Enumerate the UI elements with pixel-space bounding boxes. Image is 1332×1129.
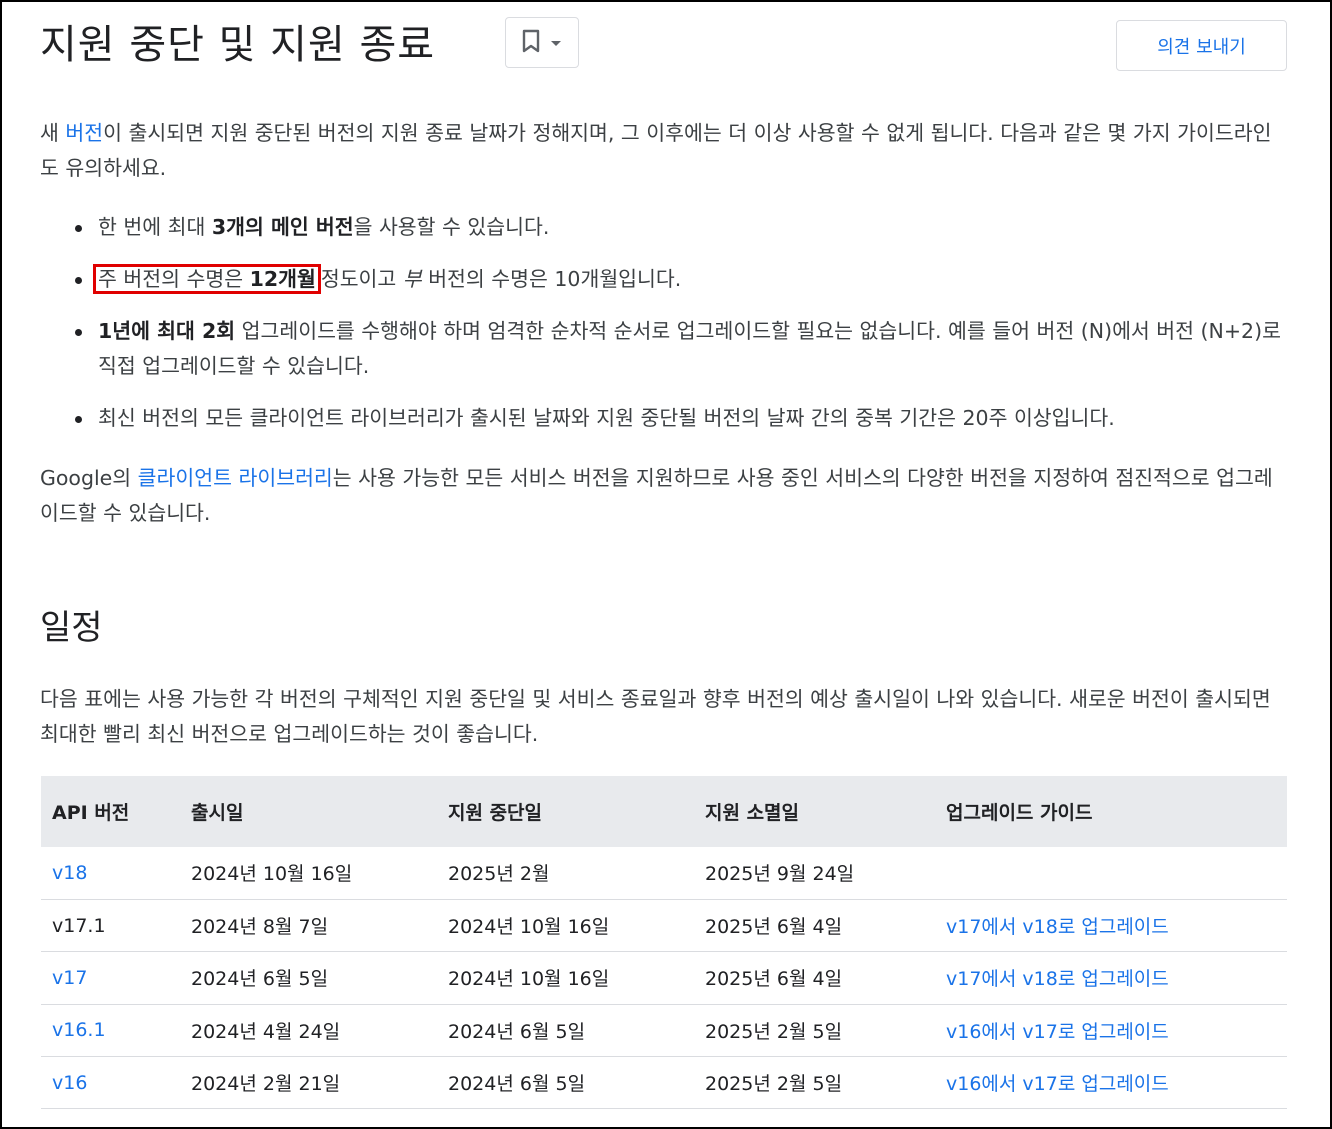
schedule-description: 다음 표에는 사용 가능한 각 버전의 구체적인 지원 중단일 및 서비스 종료… (40, 687, 1271, 746)
column-header-deprecation-date: 지원 중단일 (448, 802, 543, 824)
version-schedule-table: API 버전 출시일 지원 중단일 지원 소멸일 업그레이드 가이드 v18 2… (41, 776, 1287, 1109)
highlight-box: 주 버전의 수명은 12개월 (93, 264, 321, 294)
list-item: 주 버전의 수명은 12개월 정도이고 부 버전의 수명은 10개월입니다. (40, 262, 1290, 297)
version-link[interactable]: v18 (52, 862, 87, 884)
sunset-date-cell: 2025년 2월 5일 (705, 1020, 843, 1043)
versions-link[interactable]: 버전 (65, 121, 103, 145)
bullet-text: 주 버전의 수명은 (98, 267, 250, 291)
deprecation-date-cell: 2024년 10월 16일 (448, 968, 610, 991)
table-row: v17 2024년 6월 5일 2024년 10월 16일 2025년 6월 4… (41, 952, 1287, 1005)
intro-paragraph: 새 버전이 출시되면 지원 중단된 버전의 지원 종료 날짜가 정해지며, 그 … (40, 116, 1285, 186)
upgrade-guide-link[interactable]: v17에서 v18로 업그레이드 (946, 916, 1169, 938)
table-row: v17.1 2024년 8월 7일 2024년 10월 16일 2025년 6월… (41, 899, 1287, 952)
bullet-text: 최신 버전의 모든 클라이언트 라이브러리가 출시된 날짜와 지원 중단될 버전… (98, 406, 1115, 430)
release-date-cell: 2024년 6월 5일 (191, 968, 329, 991)
version-link[interactable]: v16.1 (52, 1019, 106, 1041)
intro-text-after: 이 출시되면 지원 중단된 버전의 지원 종료 날짜가 정해지며, 그 이후에는… (40, 121, 1272, 180)
upgrade-guide-cell (935, 847, 1287, 899)
column-header-upgrade-guide: 업그레이드 가이드 (946, 802, 1093, 824)
table-row: v16.1 2024년 4월 24일 2024년 6월 5일 2025년 2월 … (41, 1004, 1287, 1057)
bullet-bold-text: 12개월 (249, 267, 316, 291)
bullet-bold-text: 1년에 최대 2회 (98, 319, 236, 343)
bookmark-icon (522, 29, 540, 57)
schedule-heading: 일정 (40, 608, 103, 648)
sunset-date-cell: 2025년 6월 4일 (705, 968, 843, 991)
list-item: 한 번에 최대 3개의 메인 버전을 사용할 수 있습니다. (40, 210, 1290, 245)
intro-text-before: 새 (40, 121, 66, 145)
bullet-italic-text: 부 (402, 267, 422, 291)
version-link[interactable]: v17 (52, 967, 87, 989)
upgrade-guide-link[interactable]: v16에서 v17로 업그레이드 (946, 1073, 1169, 1095)
upgrade-guide-link[interactable]: v16에서 v17로 업그레이드 (946, 1021, 1169, 1043)
bullet-bold-text: 3개의 메인 버전 (211, 215, 354, 239)
release-date-cell: 2024년 2월 21일 (191, 1073, 341, 1096)
bullet-text: 정도이고 (320, 267, 403, 291)
list-item: 1년에 최대 2회 업그레이드를 수행해야 하며 엄격한 순차적 순서로 업그레… (40, 314, 1290, 384)
bullet-text: 업그레이드를 수행해야 하며 엄격한 순차적 순서로 업그레이드할 필요는 없습… (98, 319, 1281, 378)
list-item: 최신 버전의 모든 클라이언트 라이브러리가 출시된 날짜와 지원 중단될 버전… (40, 401, 1290, 436)
release-date-cell: 2024년 10월 16일 (191, 863, 353, 886)
upgrade-guide-cell: v17에서 v18로 업그레이드 (935, 899, 1287, 951)
page-title: 지원 중단 및 지원 종료 (40, 22, 436, 68)
version-link[interactable]: v16 (52, 1072, 87, 1094)
upgrade-guide-link[interactable]: v17에서 v18로 업그레이드 (946, 968, 1169, 990)
guideline-list: 한 번에 최대 3개의 메인 버전을 사용할 수 있습니다. 주 버전의 수명은… (40, 210, 1290, 453)
deprecation-date-cell: 2025년 2월 (448, 863, 550, 886)
bookmark-button[interactable] (505, 17, 579, 68)
bullet-text: 한 번에 최대 (98, 215, 212, 239)
send-feedback-button[interactable]: 의견 보내기 (1116, 20, 1287, 71)
column-header-api-version: API 버전 (52, 802, 130, 824)
libraries-text-before: Google의 (40, 466, 138, 490)
caret-down-icon (550, 33, 562, 52)
release-date-cell: 2024년 4월 24일 (191, 1020, 341, 1043)
client-libraries-link[interactable]: 클라이언트 라이브러리 (138, 466, 333, 490)
bullet-text: 을 사용할 수 있습니다. (353, 215, 550, 239)
version-cell: v17.1 (52, 914, 106, 937)
deprecation-date-cell: 2024년 10월 16일 (448, 916, 610, 939)
upgrade-guide-cell: v16에서 v17로 업그레이드 (935, 1004, 1287, 1056)
sunset-date-cell: 2025년 2월 5일 (705, 1073, 843, 1096)
libraries-paragraph: Google의 클라이언트 라이브러리는 사용 가능한 모든 서비스 버전을 지… (40, 461, 1285, 531)
table-row: v16 2024년 2월 21일 2024년 6월 5일 2025년 2월 5일… (41, 1057, 1287, 1109)
upgrade-guide-cell: v16에서 v17로 업그레이드 (935, 1057, 1287, 1109)
bullet-text: 버전의 수명은 10개월입니다. (421, 267, 682, 291)
column-header-release-date: 출시일 (191, 802, 244, 824)
deprecation-date-cell: 2024년 6월 5일 (448, 1020, 586, 1043)
table-row: v18 2024년 10월 16일 2025년 2월 2025년 9월 24일 (41, 847, 1287, 900)
column-header-sunset-date: 지원 소멸일 (705, 802, 800, 824)
deprecation-date-cell: 2024년 6월 5일 (448, 1073, 586, 1096)
sunset-date-cell: 2025년 6월 4일 (705, 916, 843, 939)
upgrade-guide-cell: v17에서 v18로 업그레이드 (935, 952, 1287, 1004)
sunset-date-cell: 2025년 9월 24일 (705, 863, 855, 886)
table-header-row: API 버전 출시일 지원 중단일 지원 소멸일 업그레이드 가이드 (41, 776, 1287, 847)
release-date-cell: 2024년 8월 7일 (191, 916, 329, 939)
